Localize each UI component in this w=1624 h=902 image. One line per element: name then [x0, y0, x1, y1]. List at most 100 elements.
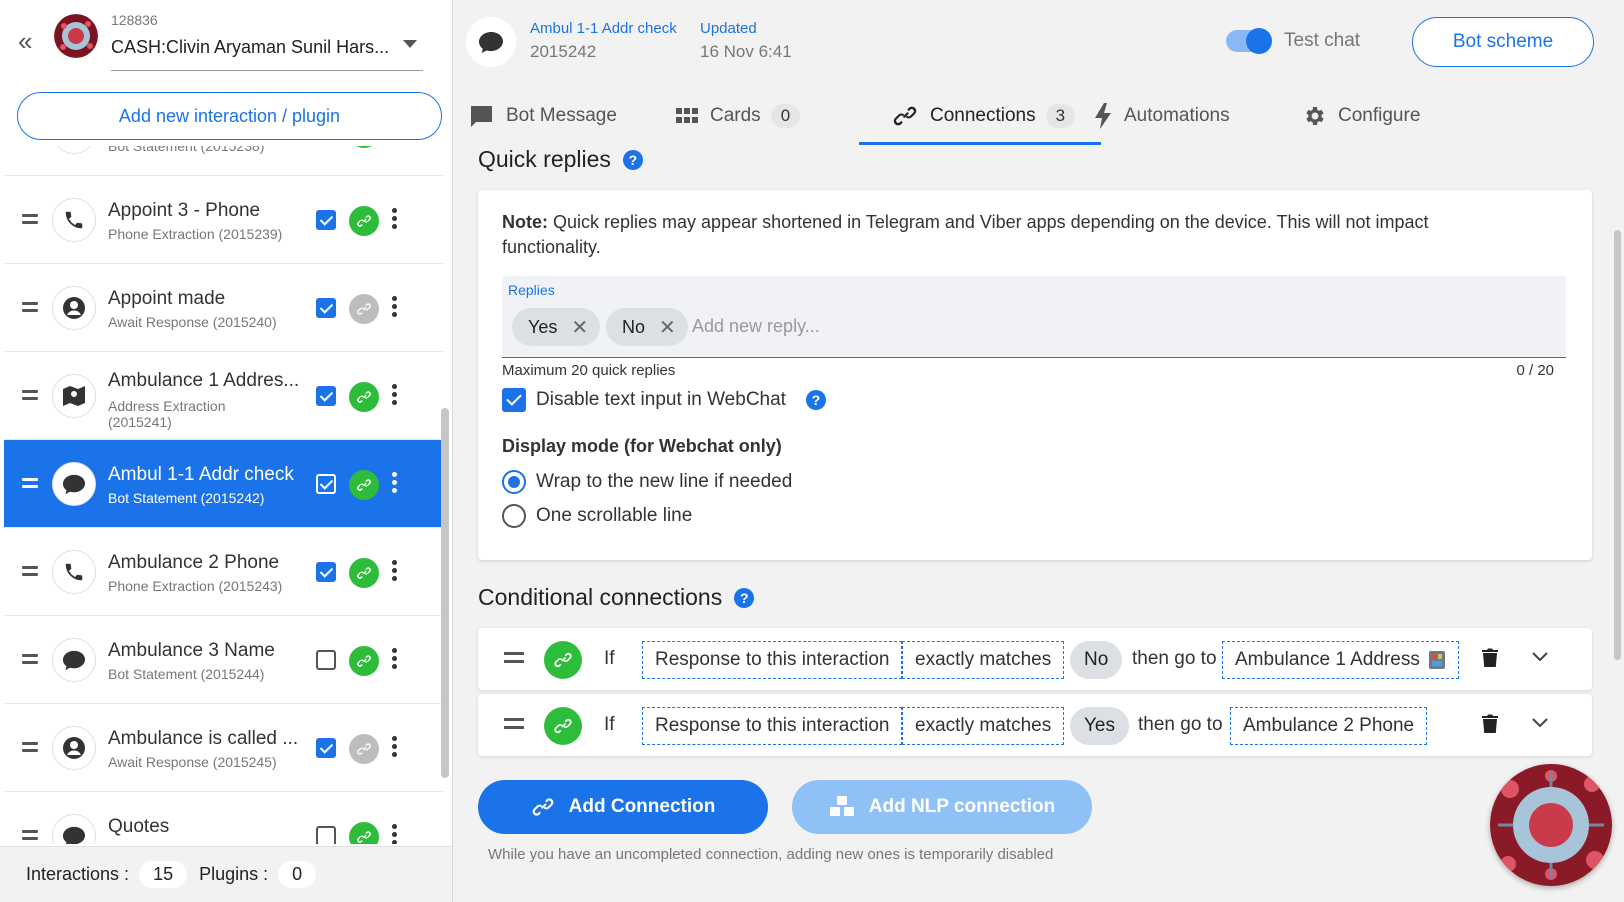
chat-widget-avatar[interactable]: [1490, 764, 1612, 886]
quick-replies-heading: Quick replies: [478, 146, 611, 172]
drag-handle-icon[interactable]: [22, 830, 38, 844]
main-scrollbar[interactable]: [1614, 230, 1621, 660]
disable-text-checkbox[interactable]: [502, 388, 526, 412]
close-icon[interactable]: ✕: [571, 315, 588, 340]
sidebar-item[interactable]: Bot Statement (2015238): [4, 146, 444, 176]
more-options-icon[interactable]: [392, 208, 398, 232]
bot-avatar[interactable]: [54, 14, 98, 58]
link-icon[interactable]: [349, 646, 379, 676]
condition-value[interactable]: No: [1070, 641, 1123, 679]
bot-scheme-button[interactable]: Bot scheme: [1412, 17, 1594, 67]
item-checkbox[interactable]: [316, 474, 336, 494]
trash-icon[interactable]: [1482, 648, 1498, 668]
tab-bot-message[interactable]: Bot Message: [468, 86, 617, 146]
link-icon[interactable]: [349, 558, 379, 588]
tab-connections[interactable]: Connections 3: [892, 86, 1076, 146]
tab-automations[interactable]: Automations: [1094, 86, 1230, 146]
chevron-down-icon[interactable]: [1532, 718, 1548, 728]
item-checkbox[interactable]: [316, 386, 336, 406]
drag-handle-icon[interactable]: [22, 654, 38, 668]
condition-operator[interactable]: exactly matches: [902, 641, 1065, 679]
condition-value[interactable]: Yes: [1070, 707, 1129, 745]
link-icon[interactable]: [349, 294, 379, 324]
item-checkbox[interactable]: [316, 738, 336, 758]
sidebar-scrollbar[interactable]: [441, 408, 449, 778]
add-connection-button[interactable]: Add Connection: [478, 780, 768, 834]
link-icon[interactable]: [544, 641, 582, 679]
help-icon[interactable]: ?: [805, 390, 826, 410]
more-options-icon[interactable]: [392, 472, 398, 496]
link-icon[interactable]: [349, 206, 379, 236]
drag-handle-icon[interactable]: [22, 742, 38, 756]
sidebar-item-title: Ambulance 3 Name: [108, 640, 275, 661]
trash-icon[interactable]: [1482, 714, 1498, 734]
link-icon[interactable]: [349, 470, 379, 500]
drag-handle-icon[interactable]: [504, 718, 524, 734]
link-icon: [531, 795, 555, 819]
more-options-icon[interactable]: [392, 384, 398, 408]
tab-count: 3: [1045, 104, 1076, 128]
sidebar-item[interactable]: Ambulance 3 Name Bot Statement (2015244): [4, 616, 444, 704]
sidebar-item[interactable]: Ambulance is called ... Await Response (2…: [4, 704, 444, 792]
more-options-icon[interactable]: [392, 648, 398, 672]
add-reply-input[interactable]: [692, 316, 1192, 337]
replies-field[interactable]: Replies Yes ✕ No ✕: [502, 276, 1566, 358]
item-checkbox[interactable]: [316, 562, 336, 582]
drag-handle-icon[interactable]: [22, 478, 38, 492]
condition-target[interactable]: Ambulance 1 Address: [1222, 641, 1459, 679]
sidebar-item[interactable]: Appoint made Await Response (2015240): [4, 264, 444, 352]
display-mode-scroll-option[interactable]: One scrollable line: [502, 504, 692, 528]
condition-target[interactable]: Ambulance 2 Phone: [1230, 707, 1428, 745]
link-icon[interactable]: [349, 822, 379, 844]
link-icon[interactable]: [544, 707, 582, 745]
add-interaction-button[interactable]: Add new interaction / plugin: [17, 92, 442, 140]
reply-chip[interactable]: No ✕: [606, 308, 688, 346]
link-icon[interactable]: [349, 146, 379, 148]
close-icon[interactable]: ✕: [659, 315, 676, 340]
tab-cards[interactable]: Cards 0: [676, 86, 801, 146]
radio-wrap[interactable]: [502, 470, 526, 494]
drag-handle-icon[interactable]: [22, 390, 38, 404]
help-icon[interactable]: ?: [734, 587, 755, 608]
more-options-icon[interactable]: [392, 824, 398, 844]
chevron-down-icon[interactable]: [403, 40, 417, 48]
bot-name[interactable]: CASH:Clivin Aryaman Sunil Hars...: [111, 37, 389, 58]
sidebar-item-subtitle: Bot Statement (2015238): [108, 146, 265, 154]
quick-replies-note: Note: Quick replies may appear shortened…: [502, 210, 1512, 260]
reply-chip[interactable]: Yes ✕: [512, 308, 601, 346]
test-chat-toggle[interactable]: [1226, 28, 1272, 54]
condition-source[interactable]: Response to this interaction: [642, 707, 903, 745]
more-options-icon[interactable]: [392, 296, 398, 320]
link-icon: [892, 103, 918, 129]
drag-handle-icon[interactable]: [22, 302, 38, 316]
tab-configure[interactable]: Configure: [1302, 86, 1420, 146]
add-nlp-label: Add NLP connection: [868, 796, 1056, 817]
condition-source[interactable]: Response to this interaction: [642, 641, 903, 679]
drag-handle-icon[interactable]: [22, 566, 38, 580]
sidebar-item[interactable]: Ambul 1-1 Addr check Bot Statement (20152…: [4, 440, 444, 528]
drag-handle-icon[interactable]: [504, 652, 524, 668]
sidebar-item[interactable]: Ambulance 1 Addres... Address Extraction(…: [4, 352, 444, 440]
note-bold: Note:: [502, 212, 548, 232]
link-icon[interactable]: [349, 382, 379, 412]
item-checkbox[interactable]: [316, 826, 336, 844]
condition-operator[interactable]: exactly matches: [902, 707, 1065, 745]
then-label: then go to: [1132, 648, 1217, 669]
more-options-icon[interactable]: [392, 560, 398, 584]
sidebar-item[interactable]: Appoint 3 - Phone Phone Extraction (20152…: [4, 176, 444, 264]
more-options-icon[interactable]: [392, 736, 398, 760]
radio-scroll[interactable]: [502, 504, 526, 528]
item-checkbox[interactable]: [316, 210, 336, 230]
display-mode-wrap-option[interactable]: Wrap to the new line if needed: [502, 470, 792, 494]
collapse-sidebar-icon[interactable]: «: [18, 28, 40, 54]
add-nlp-connection-button[interactable]: Add NLP connection: [792, 780, 1092, 834]
disable-text-input-option[interactable]: Disable text input in WebChat ?: [502, 388, 826, 412]
item-checkbox[interactable]: [316, 298, 336, 318]
sidebar-item[interactable]: Quotes: [4, 792, 444, 844]
sidebar-item[interactable]: Ambulance 2 Phone Phone Extraction (20152…: [4, 528, 444, 616]
link-icon[interactable]: [349, 734, 379, 764]
help-icon[interactable]: ?: [622, 149, 643, 170]
chevron-down-icon[interactable]: [1532, 652, 1548, 662]
drag-handle-icon[interactable]: [22, 214, 38, 228]
item-checkbox[interactable]: [316, 650, 336, 670]
